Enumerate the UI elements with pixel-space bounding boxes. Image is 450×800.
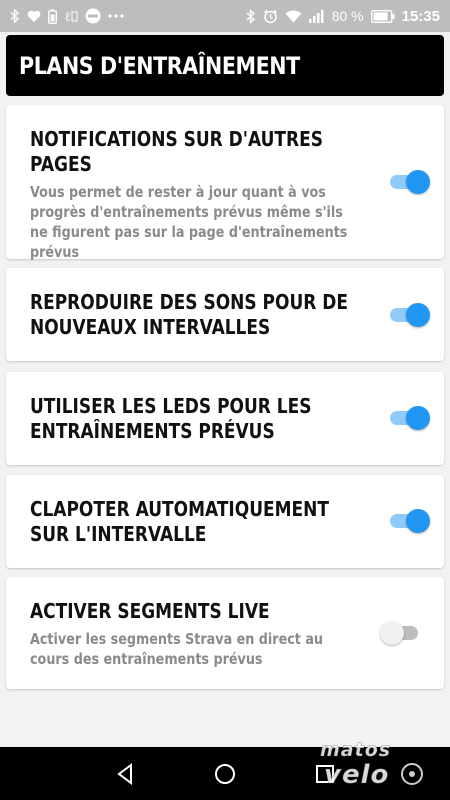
battery-percentage: 80 % (331, 8, 364, 24)
setting-card-live-segments[interactable]: ACTIVER SEGMENTS LIVE Activer les segmen… (6, 577, 444, 689)
svg-text:matos: matos (320, 739, 391, 761)
app-badge-icon (85, 8, 101, 24)
battery-saver-icon (48, 8, 57, 24)
newspaper-icon: ℓ (64, 9, 78, 23)
setting-text: REPRODUIRE DES SONS POUR DE NOUVEAUX INT… (30, 290, 360, 340)
setting-description: Activer les segments Strava en direct au… (30, 630, 324, 668)
toggle-thumb (406, 303, 430, 327)
toggle-thumb (406, 406, 430, 430)
signal-icon (308, 9, 325, 23)
bluetooth-icon (10, 9, 20, 23)
auto-lap-toggle[interactable] (388, 509, 430, 533)
wifi-icon (285, 9, 302, 23)
clock-time: 15:35 (401, 7, 440, 25)
svg-text:ℓ: ℓ (64, 10, 70, 23)
status-bar-left: ℓ (10, 8, 124, 24)
watermark-logo: matos velo (316, 736, 444, 792)
setting-card-sounds[interactable]: REPRODUIRE DES SONS POUR DE NOUVEAUX INT… (6, 268, 444, 361)
home-icon (215, 764, 235, 784)
svg-text:velo: velo (324, 760, 389, 790)
setting-title: UTILISER LES LEDS POUR LES ENTRAÎNEMENTS… (30, 394, 312, 443)
setting-card-auto-lap[interactable]: CLAPOTER AUTOMATIQUEMENT SUR L'INTERVALL… (6, 475, 444, 568)
page-title: PLANS D'ENTRAÎNEMENT (19, 51, 300, 80)
leds-toggle[interactable] (388, 406, 430, 430)
setting-title: ACTIVER SEGMENTS LIVE (30, 599, 270, 623)
notifications-toggle[interactable] (388, 170, 430, 194)
status-bar-right: 80 % 15:35 (246, 8, 440, 25)
back-icon (117, 763, 132, 785)
heart-icon (27, 10, 41, 23)
setting-description: Vous permet de rester à jour quant à vos… (30, 183, 348, 261)
live-segments-toggle[interactable] (380, 621, 422, 645)
more-dots-icon (108, 14, 124, 18)
setting-title: CLAPOTER AUTOMATIQUEMENT SUR L'INTERVALL… (30, 497, 329, 546)
status-bar: ℓ 80 % 15:35 (0, 0, 450, 32)
bluetooth-icon (246, 8, 256, 24)
setting-card-leds[interactable]: UTILISER LES LEDS POUR LES ENTRAÎNEMENTS… (6, 372, 444, 465)
setting-text: ACTIVER SEGMENTS LIVE Activer les segmen… (30, 599, 360, 669)
toggle-thumb (406, 170, 430, 194)
home-button[interactable] (211, 760, 239, 788)
setting-text: UTILISER LES LEDS POUR LES ENTRAÎNEMENTS… (30, 394, 360, 444)
toggle-thumb (406, 509, 430, 533)
alarm-icon (263, 9, 278, 24)
back-button[interactable] (111, 760, 139, 788)
setting-text: NOTIFICATIONS SUR D'AUTRES PAGES Vous pe… (30, 127, 360, 262)
setting-card-notifications[interactable]: NOTIFICATIONS SUR D'AUTRES PAGES Vous pe… (6, 105, 444, 262)
page-header: PLANS D'ENTRAÎNEMENT (6, 35, 444, 96)
setting-title: NOTIFICATIONS SUR D'AUTRES PAGES (30, 127, 323, 176)
setting-text: CLAPOTER AUTOMATIQUEMENT SUR L'INTERVALL… (30, 497, 360, 547)
toggle-thumb (380, 621, 404, 645)
battery-icon (370, 9, 395, 23)
sounds-toggle[interactable] (388, 303, 430, 327)
setting-title: REPRODUIRE DES SONS POUR DE NOUVEAUX INT… (30, 290, 348, 339)
